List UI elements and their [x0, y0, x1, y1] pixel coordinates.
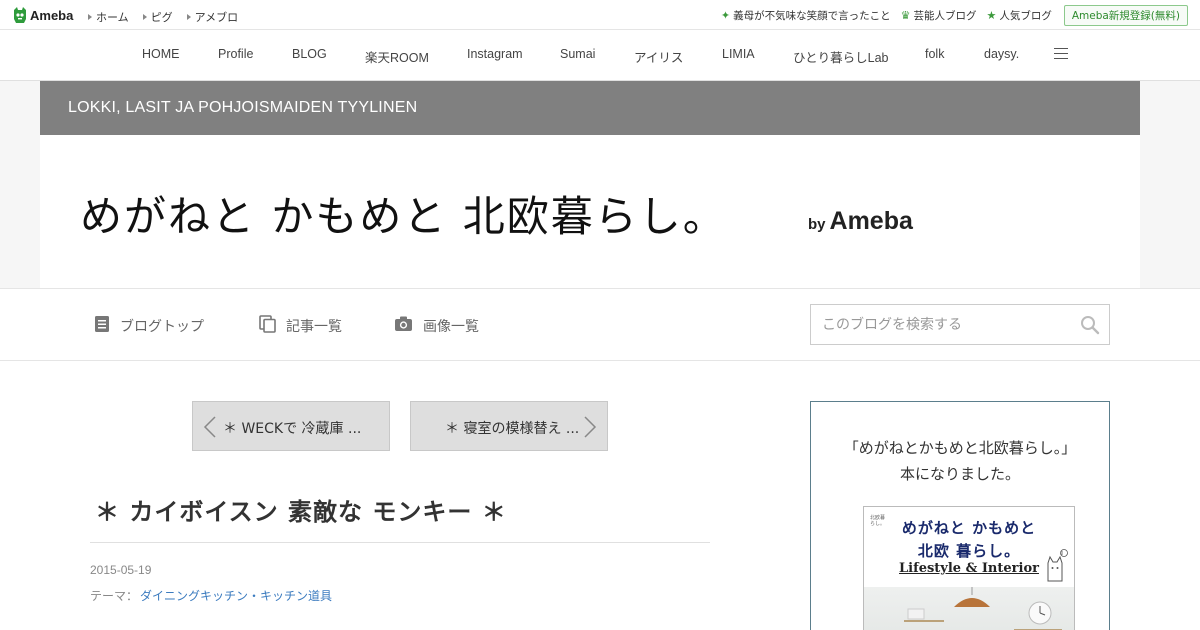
ameba-logo-text: Ameba — [30, 7, 74, 23]
blog-nav: HOME Profile BLOG 楽天ROOM Instagram Sumai… — [0, 30, 1200, 81]
arrow-right-icon — [142, 14, 147, 20]
theme-prefix: テーマ： — [90, 589, 139, 603]
arrow-right-icon — [88, 14, 92, 20]
chevron-left-icon — [203, 416, 216, 438]
blog-nav-sumai[interactable]: Sumai — [560, 47, 595, 61]
ameba-logo[interactable]: Ameba — [12, 6, 73, 24]
trending-article-link[interactable]: ✦ 義母が不気味な笑顔で言ったこと — [721, 8, 891, 23]
blog-top-link[interactable]: ブログトップ — [94, 315, 204, 337]
popular-blog-link[interactable]: ★ 人気ブログ — [986, 8, 1051, 23]
blog-header: LOKKI, LASIT JA POHJOISMAIDEN TYYLINEN め… — [40, 81, 1140, 288]
blog-toolbar: ブログトップ 記事一覧 画像一覧 — [0, 288, 1200, 361]
blog-header-area: LOKKI, LASIT JA POHJOISMAIDEN TYYLINEN め… — [0, 81, 1200, 288]
book-promo-line1: 「めがねとかもめと北欧暮らし。」 — [843, 439, 1077, 457]
blog-nav-hitorigurashi-lab[interactable]: ひとり暮らしLab — [793, 47, 888, 66]
ameba-wordmark: Ameba — [829, 207, 913, 235]
image-list-link[interactable]: 画像一覧 — [394, 315, 479, 336]
blog-nav-home[interactable]: HOME — [142, 47, 180, 61]
blog-nav-profile[interactable]: Profile — [218, 47, 253, 61]
theme-link[interactable]: ダイニングキッチン・キッチン道具 — [140, 587, 332, 604]
interior-photo-illustration — [904, 587, 1062, 630]
celebrity-blog-link[interactable]: ♛ 芸能人ブログ — [901, 8, 977, 23]
arrow-right-icon — [186, 14, 191, 20]
copy-pages-icon — [259, 315, 276, 337]
chevron-right-icon — [584, 416, 597, 438]
ameba-top-right: ✦ 義母が不気味な笑顔で言ったこと ♛ 芸能人ブログ ★ 人気ブログ Ameba… — [711, 5, 1188, 26]
document-icon — [94, 315, 110, 337]
blog-nav-limia[interactable]: LIMIA — [722, 47, 755, 61]
blog-nav-folk[interactable]: folk — [925, 47, 944, 61]
prev-article-label: ＊ WECKで 冷蔵庫 ... — [223, 421, 362, 437]
blog-nav-daysy[interactable]: daysy. — [984, 47, 1019, 61]
header-bar-title: LOKKI, LASIT JA POHJOISMAIDEN TYYLINEN — [68, 99, 418, 116]
search-icon[interactable] — [1080, 315, 1100, 339]
article-theme: テーマ： ダイニングキッチン・キッチン道具 — [90, 587, 332, 604]
sparkle-icon: ✦ — [720, 9, 731, 22]
hamburger-icon[interactable] — [1054, 48, 1068, 60]
blog-search-input[interactable] — [811, 305, 1071, 344]
blog-nav-instagram[interactable]: Instagram — [467, 47, 523, 61]
crown-icon: ♛ — [900, 9, 911, 22]
blog-nav-rakuten-room[interactable]: 楽天ROOM — [365, 47, 429, 66]
title-divider — [90, 542, 710, 543]
blog-search-box — [810, 304, 1110, 345]
book-cover-photo — [864, 587, 1074, 630]
top-nav-home[interactable]: ホーム — [88, 9, 129, 25]
article-title[interactable]: ＊ カイボイスン 素敵な モンキー ＊ — [95, 492, 507, 527]
blog-nav-blog[interactable]: BLOG — [292, 47, 327, 61]
top-nav-pigg[interactable]: ピグ — [142, 9, 173, 25]
ameba-logo-icon — [12, 6, 28, 24]
book-promo-panel: 「めがねとかもめと北欧暮らし。」 本になりました。 北欧暮 らし。 めがねと かも… — [810, 401, 1110, 630]
by-ameba-logo: by Ameba — [808, 207, 913, 236]
star-icon: ★ — [986, 9, 997, 22]
camera-icon — [394, 315, 413, 336]
book-cover-title-line1: めがねと かもめと — [901, 519, 1037, 537]
blog-title[interactable]: めがねと かもめと 北欧暮らし。 — [80, 183, 727, 244]
next-article-label: ＊ 寝室の模様替え ... — [445, 421, 580, 437]
register-button[interactable]: Ameba新規登録(無料) — [1063, 5, 1188, 26]
header-title-bar: LOKKI, LASIT JA POHJOISMAIDEN TYYLINEN — [40, 81, 1140, 135]
book-promo-line2: 本になりました。 — [899, 465, 1020, 483]
by-text: by — [808, 216, 826, 233]
article-date: 2015-05-19 — [90, 563, 152, 577]
top-nav-ameblo[interactable]: アメブロ — [186, 9, 238, 25]
next-article-button[interactable]: ＊ 寝室の模様替え ... — [410, 401, 608, 451]
prev-article-button[interactable]: ＊ WECKで 冷蔵庫 ... — [192, 401, 390, 451]
blog-nav-iris[interactable]: アイリス — [634, 47, 683, 66]
article-list-link[interactable]: 記事一覧 — [259, 315, 342, 337]
book-cover-image[interactable]: 北欧暮 らし。 めがねと かもめと 北欧 暮らし。 Lifestyle & Int… — [863, 506, 1075, 630]
ameba-top-nav: ホーム ピグ アメブロ — [88, 9, 252, 25]
cat-illustration-icon — [1047, 549, 1068, 582]
ameba-global-header: Ameba ホーム ピグ アメブロ ✦ 義母が不気味な笑顔で言ったこと ♛ 芸能… — [0, 0, 1200, 30]
